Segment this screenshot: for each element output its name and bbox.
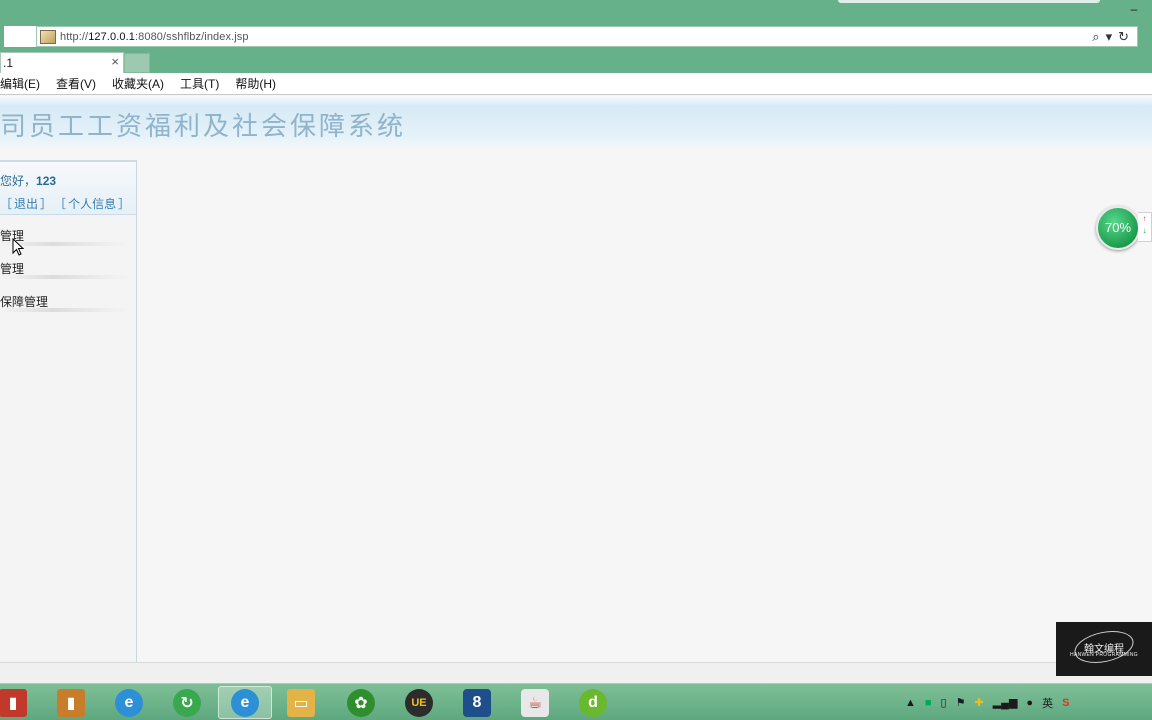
download-arrow-icon: ↓ <box>1142 226 1147 235</box>
taskbar-app-paw[interactable]: ✿ <box>334 686 388 719</box>
taskbar-app-java[interactable]: ☕ <box>508 686 562 719</box>
taskbar-app-book[interactable]: ▮ <box>44 686 98 719</box>
watermark-en: HANWEN PROGRAMMING <box>1070 652 1138 658</box>
taskbar-app-folder[interactable]: ▭ <box>274 686 328 719</box>
sidebar-item-label: 保障管理 <box>0 295 49 309</box>
username: 123 <box>36 174 57 188</box>
green-browser-icon: ↻ <box>173 688 201 717</box>
ultraedit-icon: UE <box>405 688 433 717</box>
search-icon[interactable]: ⌕ <box>1092 29 1099 44</box>
folder-icon: ▭ <box>287 688 315 717</box>
tray-signal-icon[interactable]: ▂▄▆ <box>993 696 1018 709</box>
tray-expand-icon[interactable]: ▲ <box>905 697 916 709</box>
sogou-icon[interactable]: S <box>1062 697 1069 709</box>
tab-close-icon[interactable]: × <box>111 54 119 69</box>
mouse-cursor-icon <box>12 238 24 256</box>
tab-strip: .1 × <box>0 49 1152 73</box>
java-icon: ☕ <box>521 688 549 717</box>
refresh-icon[interactable]: ↻ <box>1118 29 1129 44</box>
tray-app-icon[interactable]: ■ <box>925 697 932 709</box>
background-tab-strip <box>838 0 1100 3</box>
page-title: 司员工工资福利及社会保障系统 <box>0 112 407 142</box>
sidebar-divider <box>0 308 132 312</box>
status-bar <box>0 662 1152 683</box>
user-info-box: 您好，123 ［ 退出 ］ ［ 个人信息 ］ <box>0 162 136 215</box>
ie-icon: e <box>115 688 143 717</box>
logout-link[interactable]: 退出 <box>14 195 38 212</box>
main-content-area <box>137 146 1152 662</box>
menu-help[interactable]: 帮助(H) <box>235 75 276 92</box>
speed-arrows: ↑ ↓ <box>1138 212 1152 242</box>
paw-icon: ✿ <box>347 688 375 717</box>
menu-favorites[interactable]: 收藏夹(A) <box>112 75 164 92</box>
user-greeting: 您好，123 <box>0 174 57 188</box>
system-tray: ▲ ■ ▯ ⚑ ✚ ▂▄▆ ● 英 S <box>905 684 1069 720</box>
minimize-button[interactable]: – <box>1126 3 1142 18</box>
new-tab-button[interactable] <box>124 53 150 73</box>
sidebar-item-3[interactable]: 保障管理 <box>0 281 136 314</box>
sidebar: 您好，123 ［ 退出 ］ ［ 个人信息 ］ 管理 管理 保障管理 <box>0 160 137 662</box>
watermark-logo: 翰文编程 HANWEN PROGRAMMING <box>1056 622 1152 676</box>
address-bar[interactable]: http://127.0.0.1:8080/sshflbz/index.jsp … <box>36 26 1138 47</box>
dropdown-arrow-icon[interactable]: ▾ <box>1106 29 1113 44</box>
tray-network-icon[interactable]: ✚ <box>974 696 983 709</box>
tray-flag-icon[interactable]: ⚑ <box>956 696 966 709</box>
address-row: http://127.0.0.1:8080/sshflbz/index.jsp … <box>0 24 1152 63</box>
menu-edit[interactable]: 编辑(E) <box>0 75 40 92</box>
address-url[interactable]: http://127.0.0.1:8080/sshflbz/index.jsp <box>60 31 249 43</box>
tray-qq-icon[interactable]: ● <box>1026 697 1033 709</box>
menu-bar: 编辑(E) 查看(V) 收藏夹(A) 工具(T) 帮助(H) <box>0 73 1152 95</box>
menu-view[interactable]: 查看(V) <box>56 75 96 92</box>
taskbar-app-d[interactable]: d <box>566 686 620 719</box>
eight-icon: 8 <box>463 688 491 717</box>
taskbar-app-ie-active[interactable]: e <box>218 686 272 719</box>
notebook-icon: ▮ <box>0 688 27 717</box>
upload-arrow-icon: ↑ <box>1142 214 1147 223</box>
d-icon: d <box>579 688 607 717</box>
window-titlebar: – <box>0 0 1152 24</box>
taskbar-app-ultraedit[interactable]: UE <box>392 686 446 719</box>
book-icon: ▮ <box>57 688 85 717</box>
ime-indicator[interactable]: 英 <box>1042 695 1053 711</box>
network-speed-widget[interactable]: 70% ↑ ↓ <box>1096 206 1152 252</box>
profile-link[interactable]: 个人信息 <box>68 195 116 212</box>
taskbar-app-notebook[interactable]: ▮ <box>0 686 40 719</box>
user-links: ［ 退出 ］ ［ 个人信息 ］ <box>0 195 131 212</box>
tab-title: .1 <box>3 56 14 70</box>
tray-pin-icon[interactable]: ▯ <box>941 696 947 709</box>
menu-tools[interactable]: 工具(T) <box>180 75 219 92</box>
taskbar: ▮ ▮ e ↻ e ▭ ✿ UE 8 ☕ d ▲ ■ ▯ ⚑ ✚ ▂▄▆ ● 英… <box>0 683 1152 720</box>
page-favicon-icon <box>40 29 56 44</box>
taskbar-app-green-browser[interactable]: ↻ <box>160 686 214 719</box>
sidebar-divider <box>0 275 132 279</box>
browser-tab[interactable]: .1 × <box>0 52 124 73</box>
back-button-area[interactable] <box>4 26 38 47</box>
sidebar-item-label: 管理 <box>0 262 25 276</box>
speed-percent: 70% <box>1096 206 1140 250</box>
taskbar-app-eight[interactable]: 8 <box>450 686 504 719</box>
ie-icon: e <box>231 688 259 717</box>
taskbar-app-ie[interactable]: e <box>102 686 156 719</box>
page-header: 司员工工资福利及社会保障系统 <box>0 96 1152 146</box>
